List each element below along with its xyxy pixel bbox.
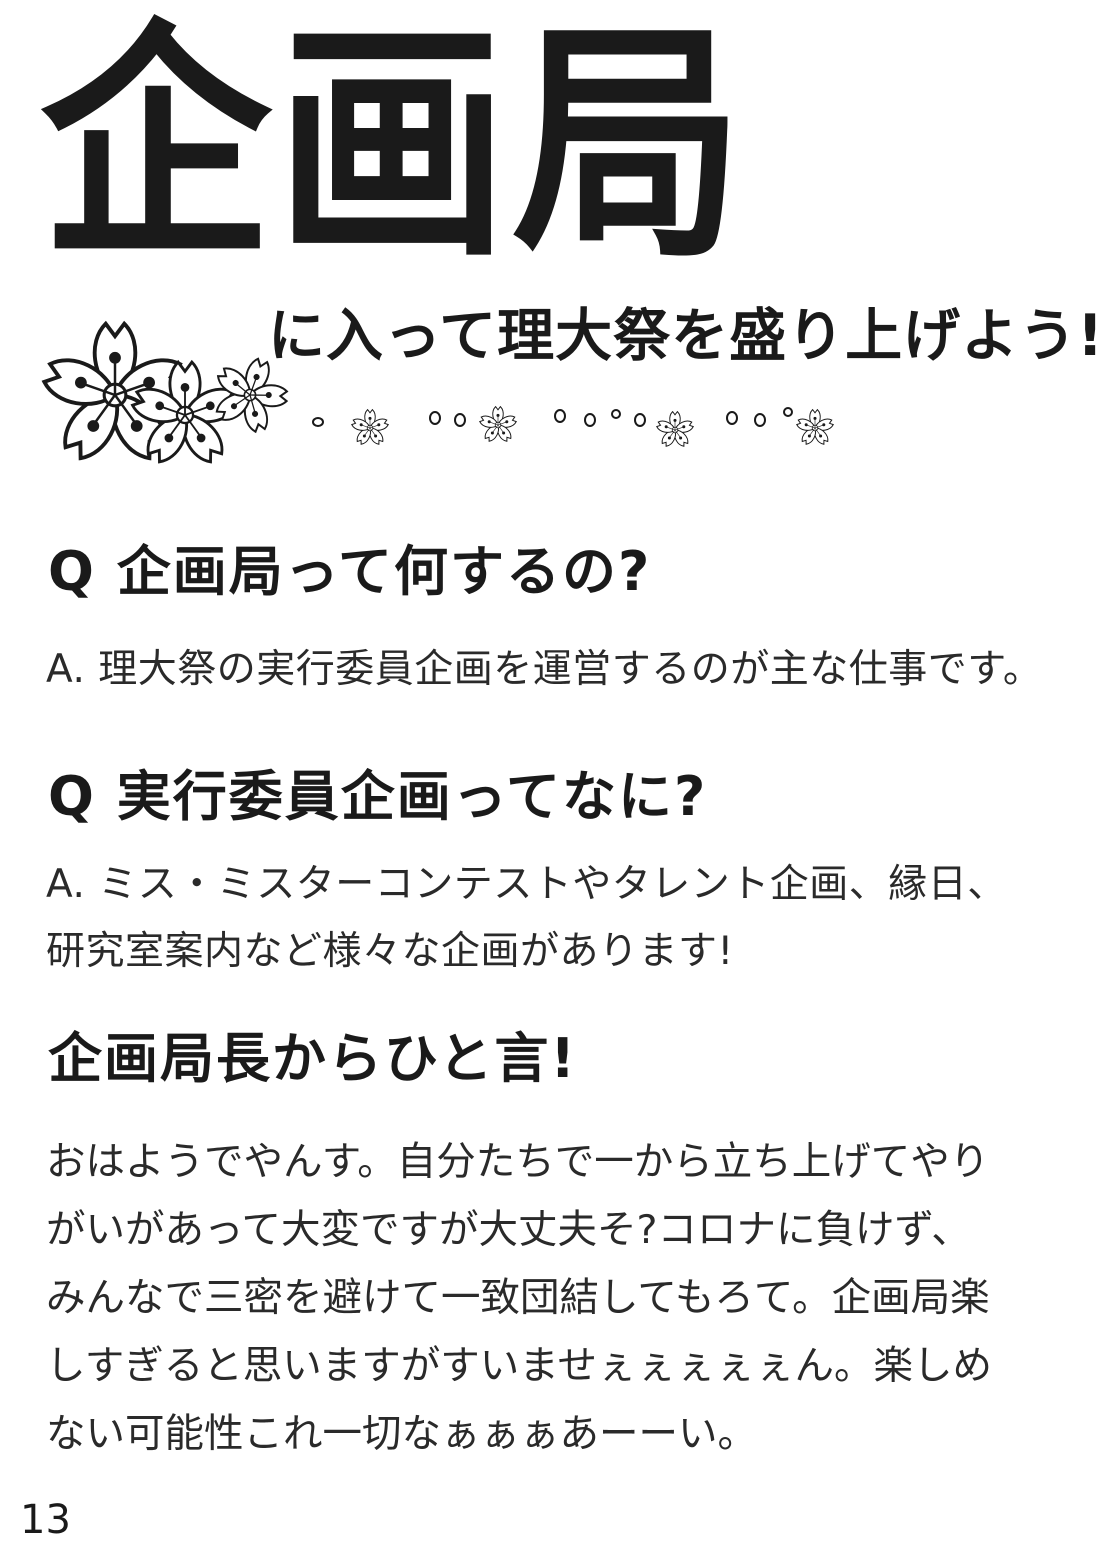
message-heading: 企画局長からひと言! [48, 1027, 578, 1090]
message-line: みんなで三密を避けて一致団結してもろて。企画局楽 [46, 1275, 990, 1321]
message-line: がいがあって大変ですが大丈夫そ?コロナに負けず、 [46, 1207, 971, 1253]
page-number: 13 [20, 1497, 71, 1543]
page-title: 企画局 [40, 0, 749, 292]
flyer-page: 企画局 に入って理大祭を盛り上げよう! Q 企画局って何するの? A. 理大祭の… [0, 0, 1115, 1559]
subtitle: に入って理大祭を盛り上げよう! [268, 303, 1105, 369]
message-line: しすぎると思いますがすいませぇぇぇぇぇん。楽しめ [46, 1343, 993, 1389]
message-line: おはようでやんす。自分たちで一から立ち上げてやり [46, 1139, 990, 1185]
answer-text-2-line-2: 研究室案内など様々な企画があります! [46, 929, 734, 974]
answer-text-1: A. 理大祭の実行委員企画を運営するのが主な仕事です。 [46, 647, 1043, 692]
message-line: ない可能性これ一切なぁぁぁあーーい。 [46, 1411, 757, 1457]
answer-text-2-line-1: A. ミス・ミスターコンテストやタレント企画、縁日、 [46, 862, 1007, 907]
question-heading-2: Q 実行委員企画ってなに? [48, 765, 708, 828]
question-heading-1: Q 企画局って何するの? [48, 540, 652, 603]
message-body: おはようでやんす。自分たちで一から立ち上げてやり がいがあって大変ですが大丈夫そ… [46, 1128, 1086, 1468]
